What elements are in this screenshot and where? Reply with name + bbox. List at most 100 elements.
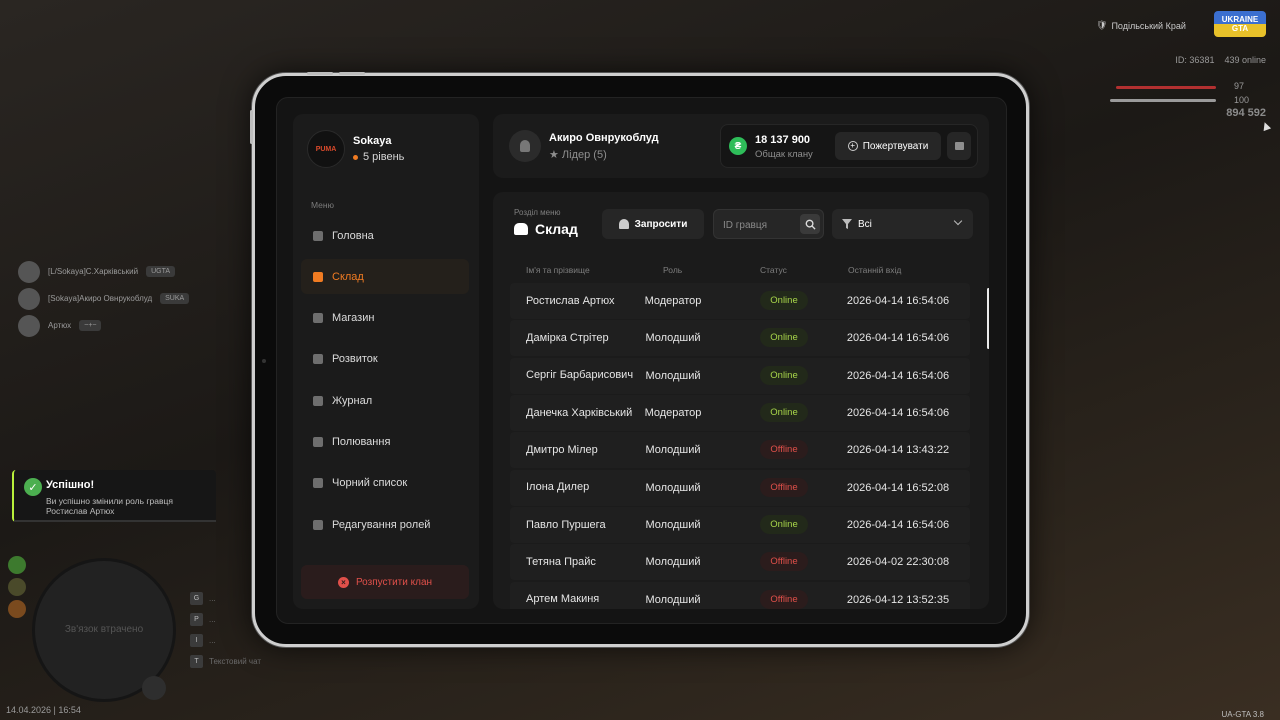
table-row[interactable]: Сергіг Барбарисович Молодший Online 2026-04… <box>510 357 970 394</box>
disband-clan-button[interactable]: × Розпустити клан <box>301 565 469 599</box>
book-icon <box>313 395 323 406</box>
member-name: Данечка Харківський <box>526 406 633 419</box>
table-row[interactable]: Дмитро Мілер Молодший Offline 2026-04-14 13… <box>510 432 970 469</box>
armor-value: 100 <box>1234 95 1250 105</box>
level-dot-icon <box>353 154 358 160</box>
members-table: Ростислав Артюх Модератор Online 2026-04-14… <box>510 283 970 609</box>
user-role: ★ Лідер (5) <box>549 149 607 161</box>
member-role: Модератор <box>644 407 702 420</box>
player-id-search <box>713 209 824 239</box>
role-filter-select[interactable]: Всі <box>832 209 973 239</box>
member-last-login: 2026-04-14 13:43:22 <box>846 444 950 457</box>
member-last-login: 2026-04-14 16:52:08 <box>846 481 950 494</box>
voice-chat-list: [L/Sokaya]С.Харківський UGTA [Sokaya]Аки… <box>18 258 190 339</box>
home-icon <box>313 230 323 241</box>
sidebar-item-members[interactable]: Склад <box>301 259 469 295</box>
money-display: 894 592 <box>1226 107 1266 119</box>
member-name: Дмитро Мілер <box>526 443 598 456</box>
player-id: ID: 36381 <box>1175 55 1215 65</box>
shield-icon: 🛡 <box>1096 20 1108 30</box>
table-row[interactable]: Дамірка Стрітер Молодший Online 2026-04-14 … <box>510 320 970 357</box>
member-last-login: 2026-04-14 16:54:06 <box>846 407 950 420</box>
chart-icon <box>313 354 323 365</box>
user-avatar <box>509 130 541 162</box>
member-last-login: 2026-04-02 22:30:08 <box>846 556 950 569</box>
sidebar-item-blacklist[interactable]: Чорний список <box>301 466 469 501</box>
user-edit-icon <box>313 519 323 530</box>
online-count: 439 online <box>1224 55 1266 65</box>
member-name: Ілона Дилер <box>526 481 590 494</box>
table-row[interactable]: Ілона Дилер Молодший Offline 2026-04-14 16:… <box>510 469 970 506</box>
people-icon <box>313 271 323 282</box>
member-role: Молодший <box>645 593 701 606</box>
search-icon <box>805 219 816 230</box>
server-name: 🛡 Подільський Край <box>1096 20 1186 31</box>
avatar <box>18 287 40 310</box>
hryvnia-icon: ₴ <box>729 137 747 155</box>
chat-row: Артюх ~+~ <box>18 312 189 339</box>
clan-app: PUMA Sokaya 5 рівень Меню Головна Склад … <box>276 97 1007 624</box>
clan-profile: PUMA Sokaya 5 рівень <box>307 130 404 168</box>
sidebar-item-home[interactable]: Головна <box>301 218 469 253</box>
game-version: UA-GTA 3.8 <box>1221 710 1264 719</box>
member-role: Модератор <box>644 295 702 307</box>
menu-caption: Меню <box>311 200 334 210</box>
check-icon: ✓ <box>24 478 42 496</box>
key-hints: G... P... I... T Текстовий чат <box>190 588 261 672</box>
member-role: Молодший <box>645 481 701 494</box>
avatar <box>18 260 40 283</box>
header: Акиро Овнрукоблуд ★ Лідер (5) ₴ 18 137 9… <box>493 114 989 178</box>
clan-logo: PUMA <box>307 130 345 168</box>
table-row[interactable]: Артем Макиня Молодший Offline 2026-04-12 13… <box>510 581 970 609</box>
search-input[interactable] <box>723 217 795 233</box>
table-row[interactable]: Павло Пуршега Молодший Online 2026-04-14 16… <box>510 507 970 544</box>
donate-button[interactable]: + Пожертвувати <box>835 132 941 160</box>
status-badge: Online <box>760 291 808 310</box>
clan-level: 5 рівень <box>353 151 404 163</box>
table-row[interactable]: Ростислав Артюх Модератор Online 2026-04-14… <box>510 283 970 319</box>
member-last-login: 2026-04-14 16:54:06 <box>846 519 950 532</box>
cursor-icon <box>1260 120 1272 132</box>
bank-label: Общак клану <box>755 149 813 160</box>
page-title: Склад <box>514 221 578 237</box>
member-name: Дамірка Стрітер <box>526 331 609 344</box>
toast-progress <box>14 520 216 522</box>
member-role: Молодший <box>645 332 701 345</box>
invite-button[interactable]: Запросити <box>602 209 704 239</box>
column-name: Ім'я та прізвище <box>526 265 590 275</box>
search-button[interactable] <box>800 214 820 234</box>
status-icon <box>8 556 26 574</box>
status-badge: Online <box>760 365 808 385</box>
table-row[interactable]: Данечка Харківський Модератор Online 2026-0… <box>510 395 970 432</box>
health-value: 97 <box>1234 81 1245 91</box>
toast-message: Ви успішно змінили роль гравця Ростислав… <box>46 496 173 516</box>
status-icon <box>8 578 26 596</box>
column-last-login: Останній вхід <box>848 265 902 275</box>
sidebar-item-journal[interactable]: Журнал <box>301 383 469 418</box>
status-badge: Online <box>760 515 808 535</box>
health-bar <box>1116 86 1216 89</box>
chat-row: [L/Sokaya]С.Харківський UGTA <box>18 258 189 285</box>
sidebar-menu: Головна Склад Магазин Розвиток Журнал По… <box>301 218 469 548</box>
status-badge: Offline <box>760 552 808 572</box>
sidebar-item-hunting[interactable]: Полювання <box>301 424 469 459</box>
member-role: Молодший <box>645 519 701 532</box>
close-icon: × <box>337 576 349 588</box>
sidebar: PUMA Sokaya 5 рівень Меню Головна Склад … <box>293 114 479 609</box>
armor-bar <box>1110 99 1216 102</box>
status-badge: Offline <box>760 477 808 497</box>
column-role: Роль <box>663 265 683 275</box>
member-name: Тетяна Прайс <box>526 555 596 568</box>
storage-box-button[interactable] <box>947 132 971 160</box>
sidebar-item-development[interactable]: Розвиток <box>301 342 469 377</box>
status-badge: Online <box>760 328 808 348</box>
section-caption: Розділ меню <box>514 208 561 217</box>
sidebar-item-shop[interactable]: Магазин <box>301 301 469 336</box>
bank-amount: 18 137 900 <box>755 134 811 146</box>
member-last-login: 2026-04-14 16:54:06 <box>846 295 950 307</box>
table-row[interactable]: Тетяна Прайс Молодший Offline 2026-04-02 22… <box>510 544 970 581</box>
radar-status-icons <box>8 556 26 618</box>
clan-bank: ₴ 18 137 900 Общак клану + Пожертвувати <box>720 124 978 168</box>
sidebar-item-roles[interactable]: Редагування ролей <box>301 507 469 542</box>
scrollbar[interactable] <box>987 288 989 349</box>
